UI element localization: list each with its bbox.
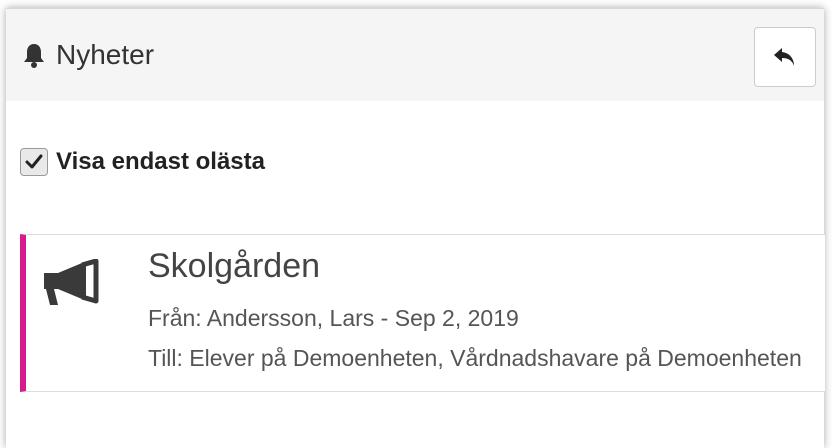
news-sender: Från: Andersson, Lars - Sep 2, 2019 [148, 305, 519, 331]
megaphone-icon [44, 259, 99, 305]
app-frame: Nyheter Visa endast olästa Skolgården Fr… [0, 0, 832, 448]
panel-header: Nyheter [6, 8, 824, 101]
news-panel: Nyheter Visa endast olästa Skolgården Fr… [6, 8, 826, 448]
reply-arrow-icon [774, 48, 794, 66]
unread-only-checkbox[interactable] [20, 148, 48, 176]
news-recipients: Till: Elever på Demoenheten, Vårdnadshav… [148, 345, 802, 371]
unread-only-label[interactable]: Visa endast olästa [56, 148, 265, 176]
unread-filter: Visa endast olästa [20, 148, 265, 176]
page-title-text: Nyheter [56, 39, 155, 70]
checkmark-icon [25, 154, 43, 169]
bell-icon [24, 44, 44, 68]
page-title: Nyheter [20, 37, 154, 73]
news-item[interactable]: Skolgården Från: Andersson, Lars - Sep 2… [20, 234, 826, 392]
news-title: Skolgården [148, 247, 321, 285]
back-button[interactable] [754, 27, 816, 87]
